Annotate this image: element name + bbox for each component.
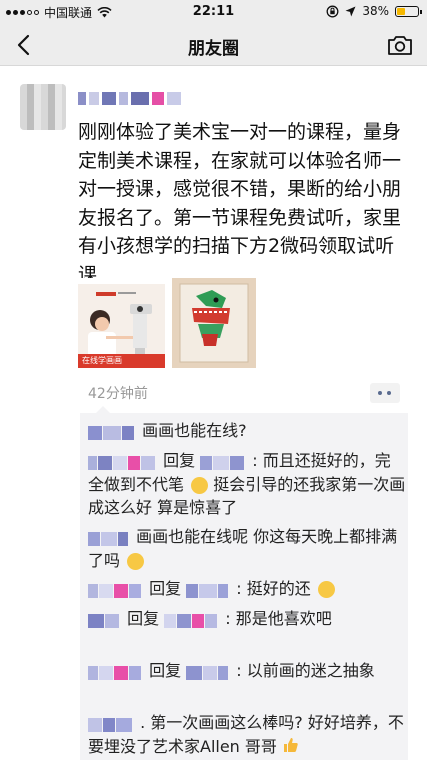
ad-caption: 在线学画画 [82, 356, 122, 365]
status-bar: 中国联通 22:11 38% [0, 0, 427, 24]
comment-text: : 以前画的迷之抽象 [236, 661, 375, 680]
post-image-drawing[interactable] [172, 278, 256, 368]
rotation-lock-icon [326, 5, 339, 17]
comment-text: : 那是他喜欢吧 [225, 609, 332, 628]
commenter-name-pixelated[interactable] [88, 608, 120, 631]
reply-label: 回复 [127, 609, 160, 628]
confused-face-emoji-icon [191, 477, 209, 494]
more-actions-button[interactable] [370, 383, 400, 403]
reply-label: 回复 [149, 579, 182, 598]
post-timestamp: 42分钟前 [88, 386, 148, 402]
comment-text: 画画也能在线? [142, 421, 247, 440]
battery-level [397, 7, 405, 15]
username-pixelated[interactable] [78, 90, 181, 106]
reply-target-name-pixelated[interactable] [186, 578, 229, 601]
comment-text: : 挺好的还 [236, 579, 311, 598]
comment-item[interactable]: . 第一次画画这么棒吗? 好好培养，不要埋没了艺术家Allen 哥哥 [88, 711, 406, 759]
reply-target-name-pixelated[interactable] [186, 660, 229, 683]
commenter-name-pixelated[interactable] [88, 526, 129, 549]
reply-label: 回复 [163, 451, 196, 470]
smiling-face-emoji-icon [317, 581, 335, 598]
camera-icon[interactable] [387, 33, 413, 57]
commenter-name-pixelated[interactable] [88, 660, 142, 683]
comment-item[interactable]: 画画也能在线? [88, 419, 406, 443]
comment-item[interactable]: 回复 : 而且还挺好的，完全做到不代笔 挺会引导的还我家第一次画成这么好 算是惊… [88, 449, 406, 519]
reply-label: 回复 [149, 661, 182, 680]
comment-item[interactable]: 回复 : 那是他喜欢吧 [88, 607, 406, 631]
post-image-ad[interactable]: 在线学画画 [78, 278, 165, 368]
comment-item[interactable]: 回复 : 挺好的还 [88, 577, 406, 601]
navigation-bar: 朋友圈 [0, 24, 427, 66]
status-right: 38% [326, 4, 422, 18]
comment-item[interactable]: 画画也能在线呢 你这每天晚上都排满了吗 [88, 525, 406, 572]
comment-text: . 第一次画画这么棒吗? 好好培养，不要埋没了艺术家Allen 哥哥 [88, 713, 404, 756]
commenter-name-pixelated[interactable] [88, 450, 156, 473]
laughing-face-emoji-icon [127, 553, 145, 570]
post-text: 刚刚体验了美术宝一对一的课程，量身定制美术课程，在家就可以体验名师一对一授课，感… [78, 121, 402, 286]
page-title: 朋友圈 [188, 39, 239, 59]
reply-target-name-pixelated[interactable] [164, 608, 218, 631]
thumbs-up-emoji-icon [282, 736, 299, 759]
commenter-name-pixelated[interactable] [88, 578, 142, 601]
location-arrow-icon [345, 6, 356, 16]
child-drawing [172, 278, 256, 368]
comment-item[interactable]: 回复 : 以前画的迷之抽象 [88, 659, 406, 683]
comments-panel: 画画也能在线? 回复 : 而且还挺好的，完全做到不代笔 挺会引导的还我家第一次画… [80, 406, 408, 760]
battery-icon [395, 5, 422, 17]
battery-percent: 38% [362, 4, 389, 18]
commenter-name-pixelated[interactable] [88, 420, 135, 443]
commenter-name-pixelated[interactable] [88, 712, 133, 735]
reply-target-name-pixelated[interactable] [200, 450, 245, 473]
avatar[interactable] [20, 84, 66, 130]
